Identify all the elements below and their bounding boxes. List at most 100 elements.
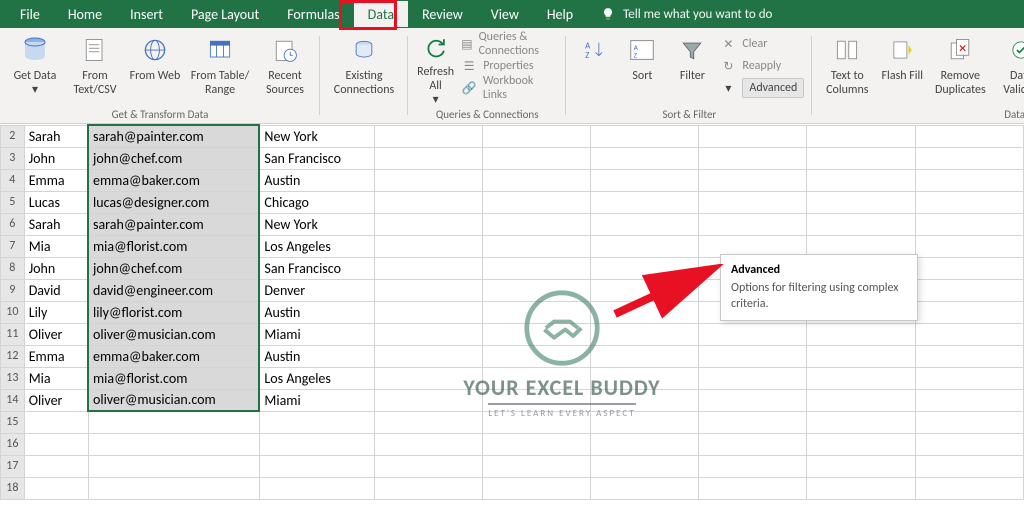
cell[interactable]: [807, 147, 915, 169]
advanced-filter-button[interactable]: ▾Advanced: [720, 78, 804, 98]
cell[interactable]: [590, 455, 698, 477]
row-header[interactable]: 4: [1, 169, 25, 191]
cell[interactable]: Sarah: [24, 213, 88, 235]
row-header[interactable]: 5: [1, 191, 25, 213]
cell[interactable]: [482, 235, 590, 257]
queries-connections-button[interactable]: ▤Queries & Connections: [461, 34, 558, 54]
cell[interactable]: [915, 367, 1023, 389]
cell[interactable]: [24, 455, 88, 477]
row-header[interactable]: 13: [1, 367, 25, 389]
cell[interactable]: New York: [259, 125, 374, 147]
sort-button[interactable]: AZ Sort: [620, 32, 664, 106]
cell[interactable]: [482, 301, 590, 323]
refresh-all-button[interactable]: Refresh All▾: [416, 32, 455, 106]
cell[interactable]: [590, 279, 698, 301]
cell[interactable]: [590, 169, 698, 191]
tab-review[interactable]: Review: [408, 1, 477, 27]
cell[interactable]: [699, 411, 807, 433]
cell[interactable]: [374, 191, 482, 213]
cell[interactable]: Lucas: [24, 191, 88, 213]
cell[interactable]: [482, 477, 590, 499]
filter-button[interactable]: Filter: [670, 32, 714, 106]
cell[interactable]: [590, 301, 698, 323]
cell[interactable]: Los Angeles: [259, 367, 374, 389]
cell[interactable]: San Francisco: [259, 257, 374, 279]
cell[interactable]: [374, 301, 482, 323]
cell[interactable]: [807, 433, 915, 455]
cell[interactable]: [699, 367, 807, 389]
table-row[interactable]: 14Oliveroliver@musician.comMiami: [1, 389, 1024, 411]
cell[interactable]: Oliver: [24, 323, 88, 345]
cell[interactable]: emma@baker.com: [88, 169, 259, 191]
cell[interactable]: [482, 125, 590, 147]
cell[interactable]: [915, 169, 1023, 191]
table-row[interactable]: 13Miamia@florist.comLos Angeles: [1, 367, 1024, 389]
table-row[interactable]: 17: [1, 455, 1024, 477]
table-row[interactable]: 16: [1, 433, 1024, 455]
cell[interactable]: [590, 257, 698, 279]
cell[interactable]: [374, 367, 482, 389]
cell[interactable]: [374, 147, 482, 169]
cell[interactable]: david@engineer.com: [88, 279, 259, 301]
row-header[interactable]: 16: [1, 433, 25, 455]
cell[interactable]: [807, 191, 915, 213]
cell[interactable]: Mia: [24, 235, 88, 257]
cell[interactable]: Sarah: [24, 125, 88, 147]
cell[interactable]: [915, 389, 1023, 411]
cell[interactable]: [807, 125, 915, 147]
cell[interactable]: [915, 147, 1023, 169]
row-header[interactable]: 17: [1, 455, 25, 477]
cell[interactable]: [915, 213, 1023, 235]
cell[interactable]: [482, 433, 590, 455]
cell[interactable]: Los Angeles: [259, 235, 374, 257]
cell[interactable]: Austin: [259, 301, 374, 323]
cell[interactable]: [482, 389, 590, 411]
table-row[interactable]: 6Sarahsarah@painter.comNew York: [1, 213, 1024, 235]
cell[interactable]: [259, 411, 374, 433]
cell[interactable]: [590, 477, 698, 499]
sort-az-button[interactable]: AZ: [574, 32, 614, 106]
cell[interactable]: [88, 411, 259, 433]
cell[interactable]: [915, 125, 1023, 147]
cell[interactable]: Miami: [259, 389, 374, 411]
cell[interactable]: lucas@designer.com: [88, 191, 259, 213]
cell[interactable]: lily@florist.com: [88, 301, 259, 323]
reapply-filter-button[interactable]: ↻Reapply: [720, 56, 804, 76]
table-row[interactable]: 18: [1, 477, 1024, 499]
existing-connections-button[interactable]: Existing Connections: [328, 32, 400, 106]
cell[interactable]: [699, 125, 807, 147]
row-header[interactable]: 11: [1, 323, 25, 345]
cell[interactable]: [807, 169, 915, 191]
table-row[interactable]: 3Johnjohn@chef.comSan Francisco: [1, 147, 1024, 169]
cell[interactable]: [915, 477, 1023, 499]
clear-filter-button[interactable]: ✕Clear: [720, 34, 804, 54]
cell[interactable]: mia@florist.com: [88, 367, 259, 389]
cell[interactable]: oliver@musician.com: [88, 323, 259, 345]
cell[interactable]: John: [24, 147, 88, 169]
cell[interactable]: San Francisco: [259, 147, 374, 169]
row-header[interactable]: 2: [1, 125, 25, 147]
cell[interactable]: [590, 323, 698, 345]
cell[interactable]: [590, 345, 698, 367]
cell[interactable]: [482, 455, 590, 477]
cell[interactable]: [590, 125, 698, 147]
cell[interactable]: [590, 389, 698, 411]
cell[interactable]: [915, 191, 1023, 213]
tab-page-layout[interactable]: Page Layout: [177, 1, 273, 27]
cell[interactable]: john@chef.com: [88, 147, 259, 169]
cell[interactable]: [699, 389, 807, 411]
cell[interactable]: [699, 147, 807, 169]
row-header[interactable]: 15: [1, 411, 25, 433]
cell[interactable]: [915, 323, 1023, 345]
tab-view[interactable]: View: [477, 1, 533, 27]
cell[interactable]: [699, 169, 807, 191]
workbook-links-button[interactable]: 🔗Workbook Links: [461, 78, 558, 98]
cell[interactable]: [374, 389, 482, 411]
cell[interactable]: [807, 389, 915, 411]
cell[interactable]: [807, 213, 915, 235]
cell[interactable]: Lily: [24, 301, 88, 323]
cell[interactable]: [590, 191, 698, 213]
cell[interactable]: sarah@painter.com: [88, 213, 259, 235]
cell[interactable]: [482, 323, 590, 345]
cell[interactable]: sarah@painter.com: [88, 125, 259, 147]
